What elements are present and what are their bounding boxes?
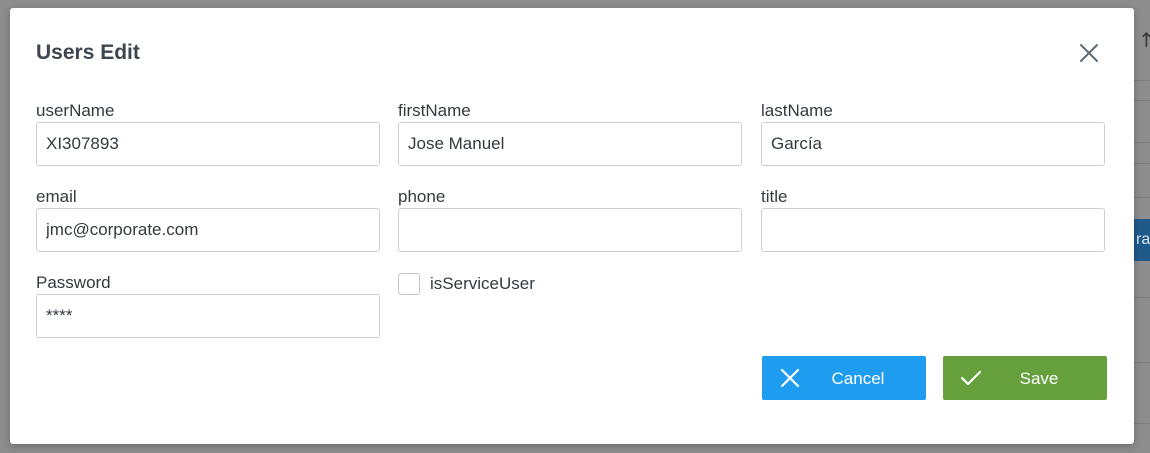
background-divider	[1134, 423, 1150, 424]
firstname-label: firstName	[398, 101, 471, 120]
background-divider	[1134, 142, 1150, 143]
lastname-input[interactable]	[761, 122, 1105, 166]
username-input[interactable]	[36, 122, 380, 166]
phone-input[interactable]	[398, 208, 742, 252]
title-input[interactable]	[761, 208, 1105, 252]
background-button: ra	[1134, 219, 1150, 261]
save-button[interactable]: Save	[943, 356, 1107, 400]
background-divider	[1134, 100, 1150, 101]
email-label: email	[36, 187, 77, 206]
phone-label: phone	[398, 187, 446, 206]
users-edit-dialog: Users Edit userName firstName lastName e…	[10, 8, 1134, 444]
background-divider	[1134, 80, 1150, 81]
lastname-label: lastName	[761, 101, 833, 120]
sort-arrow-icon: ↑	[1138, 28, 1150, 52]
close-icon	[1078, 42, 1100, 64]
username-label: userName	[36, 101, 115, 120]
background-divider	[1134, 163, 1150, 164]
isserviceuser-label: isServiceUser	[430, 274, 535, 293]
firstname-input[interactable]	[398, 122, 742, 166]
password-label: Password	[36, 273, 111, 292]
password-input[interactable]	[36, 294, 380, 338]
background-divider	[1134, 362, 1150, 363]
dialog-title: Users Edit	[36, 41, 140, 64]
cancel-button-label: Cancel	[831, 369, 885, 388]
isserviceuser-checkbox[interactable]	[398, 273, 420, 295]
save-button-label: Save	[1019, 369, 1059, 388]
title-label: title	[761, 187, 788, 206]
background-divider	[1134, 297, 1150, 298]
email-input[interactable]	[36, 208, 380, 252]
background-divider	[1134, 197, 1150, 198]
close-button[interactable]	[1078, 42, 1100, 64]
cancel-button[interactable]: Cancel	[762, 356, 926, 400]
